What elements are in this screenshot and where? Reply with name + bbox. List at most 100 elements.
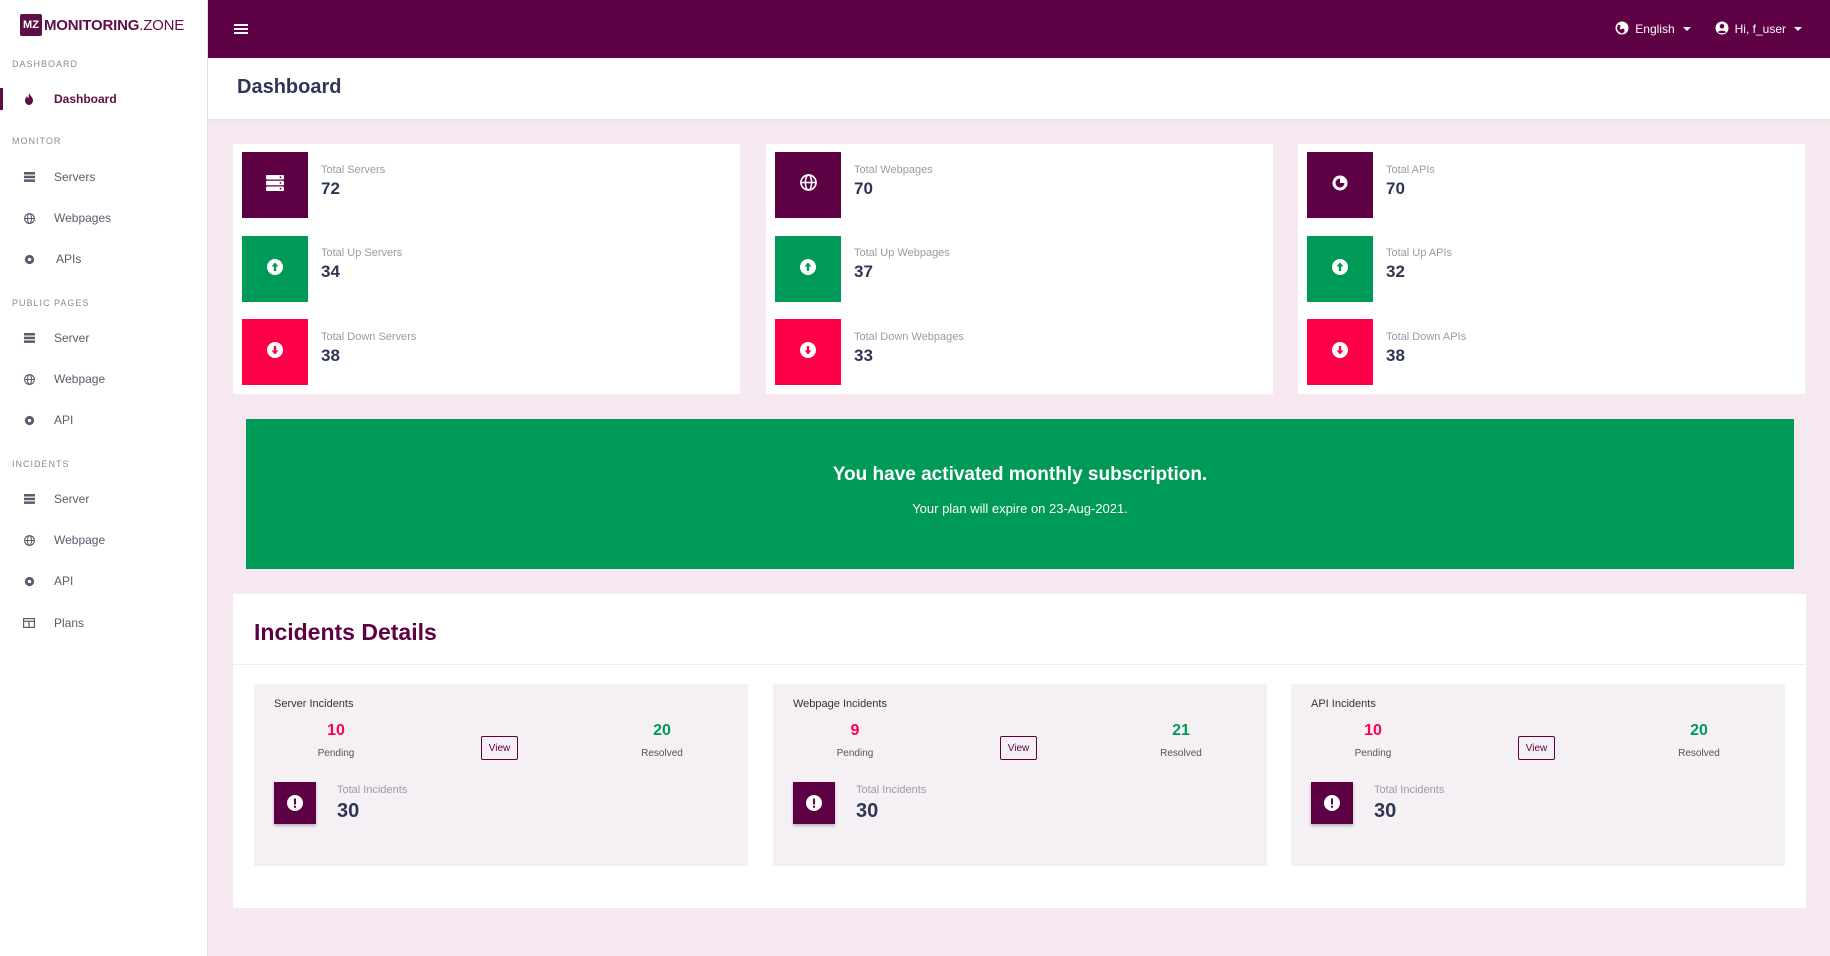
apis-stats-panel: Total APIs 70 Total Up APIs 32 Total Dow… [1298, 144, 1805, 394]
stat-label: Total Up Webpages [854, 247, 950, 259]
server-incidents-card: Server Incidents 10 Pending View 20 Reso… [254, 684, 748, 866]
globe-icon [22, 533, 36, 547]
server-icon [22, 492, 36, 506]
sidebar-item-label: API [54, 413, 74, 427]
stat-value: 37 [854, 262, 873, 281]
sidebar-item-public-api[interactable]: API [0, 405, 207, 435]
sidebar-item-incident-server[interactable]: Server [0, 484, 207, 514]
stat-label: Total Servers [321, 164, 386, 176]
stat-value: 38 [1386, 346, 1405, 365]
sidebar-section-public-pages: PUBLIC PAGES [12, 298, 90, 308]
alert-icon [1311, 782, 1353, 824]
incidents-details-section: Incidents Details Server Incidents 10 Pe… [233, 594, 1806, 908]
logo-mark: MZ [20, 14, 42, 36]
logo-text-bold: MONITORING [44, 16, 140, 34]
sidebar-item-label: Server [54, 331, 90, 345]
fire-icon [22, 92, 36, 106]
sidebar-item-apis[interactable]: APIs [0, 244, 207, 274]
sidebar-section-monitor: MONITOR [12, 136, 62, 146]
api-incidents-card: API Incidents 10 Pending View 20 Resolve… [1291, 684, 1785, 866]
alert-icon [793, 782, 835, 824]
language-selector[interactable]: English [1615, 21, 1691, 38]
language-label: English [1635, 22, 1675, 36]
sidebar-item-label: API [54, 574, 74, 588]
arrow-down-circle-icon [267, 341, 283, 363]
table-icon [22, 616, 36, 630]
servers-down-tile [242, 319, 308, 385]
sidebar-item-public-server[interactable]: Server [0, 323, 207, 353]
api-icon [1331, 174, 1349, 197]
sidebar: MZ MONITORING.ZONE DASHBOARD Dashboard M… [0, 0, 208, 956]
resolved-label: Resolved [641, 748, 683, 759]
arrow-up-circle-icon [267, 258, 283, 280]
webpages-stats-panel: Total Webpages 70 Total Up Webpages 37 T… [766, 144, 1273, 394]
api-icon [22, 413, 36, 427]
chevron-down-icon [1682, 27, 1691, 31]
incident-card-title: Server Incidents [274, 698, 354, 710]
globe-icon [22, 372, 36, 386]
sidebar-section-incidents: INCIDENTS [12, 459, 70, 469]
alert-icon [274, 782, 316, 824]
sidebar-item-incident-api[interactable]: API [0, 566, 207, 596]
api-icon [22, 252, 36, 266]
user-greeting: Hi, f_user [1734, 22, 1786, 36]
sidebar-item-webpages[interactable]: Webpages [0, 203, 207, 233]
logo-text: MONITORING.ZONE [44, 17, 184, 34]
subscription-headline: You have activated monthly subscription. [832, 464, 1208, 485]
arrow-up-circle-icon [800, 258, 816, 280]
stat-label: Total Down Webpages [854, 331, 964, 343]
total-incidents-label: Total Incidents [856, 784, 927, 796]
sidebar-item-plans[interactable]: Plans [0, 608, 207, 638]
subscription-expiry: Your plan will expire on 23-Aug-2021. [912, 501, 1128, 516]
stat-label: Total Down Servers [321, 331, 417, 343]
total-incidents-label: Total Incidents [337, 784, 408, 796]
arrow-down-circle-icon [800, 341, 816, 363]
subscription-banner: You have activated monthly subscription.… [246, 419, 1794, 569]
stat-value: 34 [321, 262, 340, 281]
page-title: Dashboard [237, 76, 342, 98]
arrow-up-circle-icon [1332, 258, 1348, 280]
globe-icon [22, 211, 36, 225]
sidebar-item-public-webpage[interactable]: Webpage [0, 364, 207, 394]
pending-label: Pending [1354, 748, 1392, 759]
view-webpage-incidents-button[interactable]: View [1000, 736, 1037, 760]
arrow-down-circle-icon [1332, 341, 1348, 363]
apis-up-tile [1307, 236, 1373, 302]
topbar-right: English Hi, f_user [1615, 0, 1802, 58]
stat-label: Total Webpages [854, 164, 933, 176]
brand-logo[interactable]: MZ MONITORING.ZONE [0, 0, 207, 50]
stat-label: Total Up APIs [1386, 247, 1453, 259]
webpages-up-tile [775, 236, 841, 302]
resolved-label: Resolved [1678, 748, 1720, 759]
stat-value: 70 [854, 179, 873, 198]
sidebar-item-label: Plans [54, 616, 85, 630]
topbar: English Hi, f_user [208, 0, 1830, 58]
sidebar-item-incident-webpage[interactable]: Webpage [0, 525, 207, 555]
servers-stats-panel: Total Servers 72 Total Up Servers 34 Tot… [233, 144, 740, 394]
incident-card-title: API Incidents [1311, 698, 1376, 710]
sidebar-item-dashboard[interactable]: Dashboard [0, 84, 207, 114]
view-api-incidents-button[interactable]: View [1518, 736, 1555, 760]
incidents-title: Incidents Details [254, 619, 437, 645]
server-icon [22, 170, 36, 184]
menu-toggle-icon[interactable] [234, 22, 248, 36]
stat-label: Total Up Servers [321, 247, 403, 259]
sidebar-item-label: APIs [56, 252, 82, 266]
pending-label: Pending [836, 748, 874, 759]
sidebar-item-label: Webpages [54, 211, 112, 225]
apis-down-tile [1307, 319, 1373, 385]
pending-count: 9 [850, 722, 860, 739]
sidebar-item-label: Webpage [54, 533, 106, 547]
user-menu[interactable]: Hi, f_user [1715, 21, 1802, 38]
resolved-label: Resolved [1160, 748, 1202, 759]
pending-count: 10 [1364, 722, 1382, 739]
resolved-count: 20 [653, 722, 671, 739]
sidebar-item-servers[interactable]: Servers [0, 162, 207, 192]
total-incidents-value: 30 [856, 800, 879, 822]
stat-value: 38 [321, 346, 340, 365]
divider [233, 664, 1806, 665]
total-incidents-value: 30 [1374, 800, 1397, 822]
view-server-incidents-button[interactable]: View [481, 736, 518, 760]
sidebar-item-label: Webpage [54, 372, 106, 386]
sidebar-item-label: Server [54, 492, 90, 506]
